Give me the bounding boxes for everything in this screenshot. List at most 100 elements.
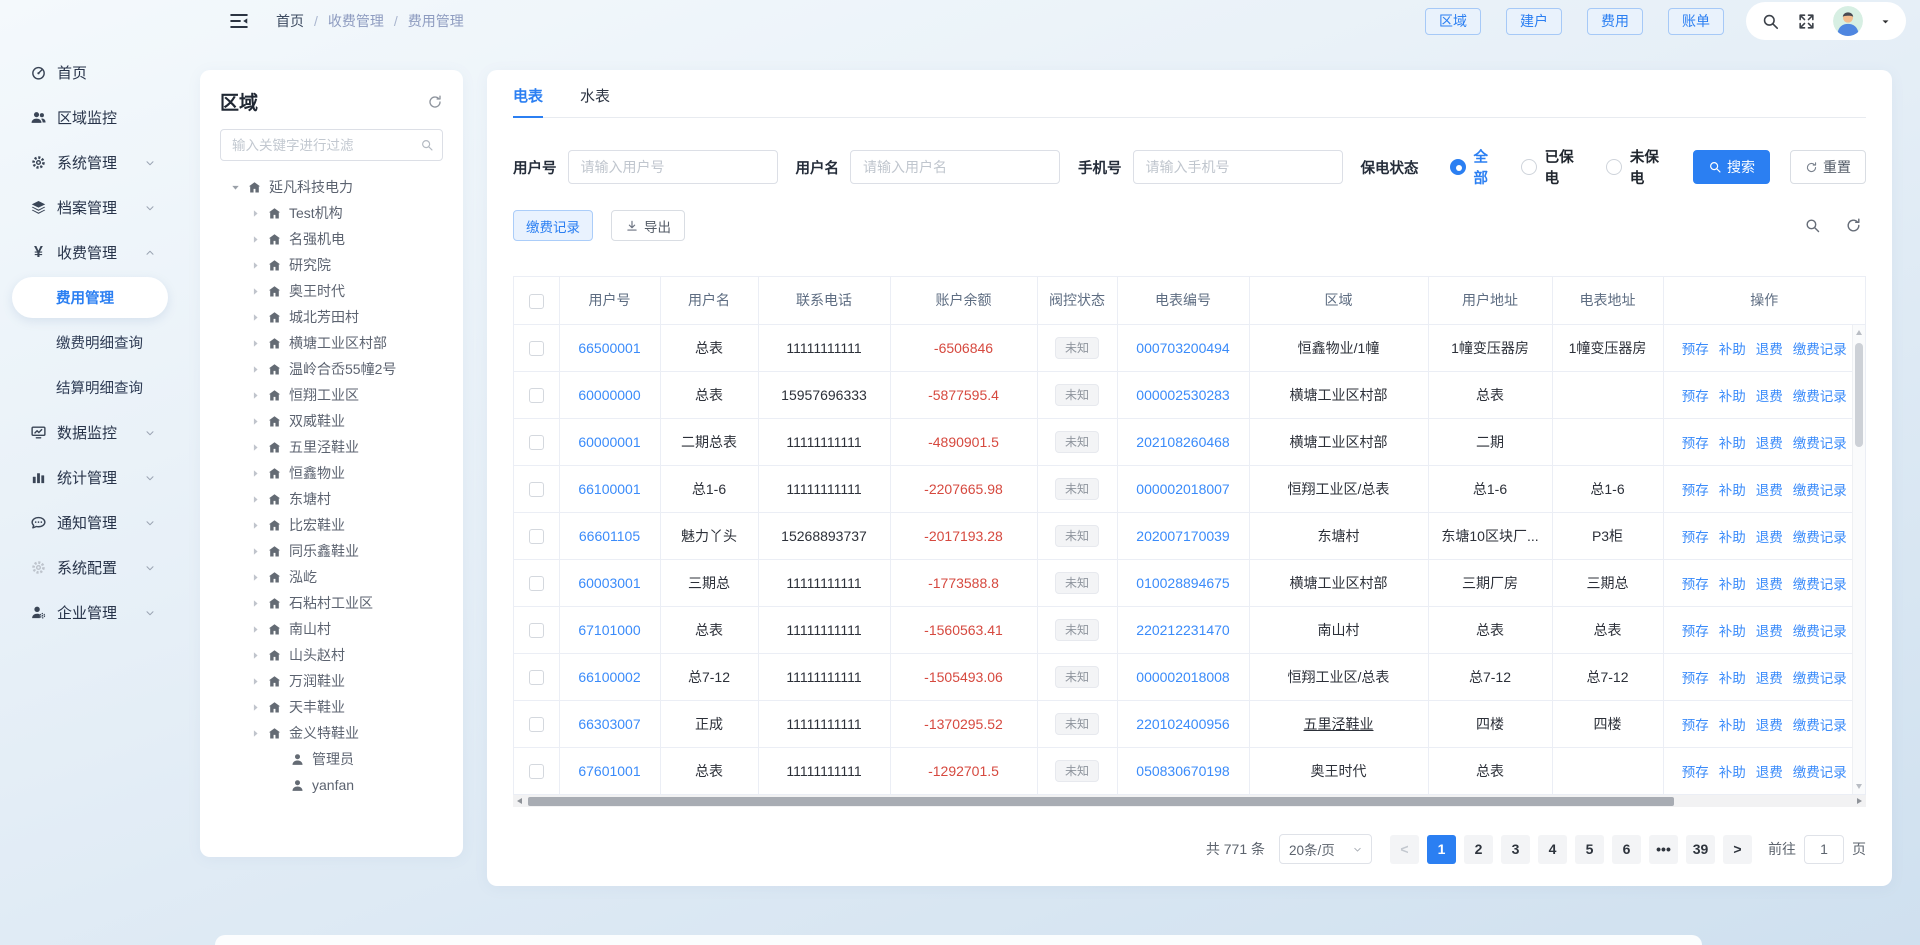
caret-collapsed-icon[interactable]	[250, 260, 261, 271]
sidebar-subitem-fee-management[interactable]: 费用管理	[12, 277, 168, 318]
action-link-subsidy[interactable]: 补助	[1719, 338, 1746, 358]
action-link-subsidy[interactable]: 补助	[1719, 573, 1746, 593]
cell-user-no-value[interactable]: 66100002	[578, 669, 640, 685]
sidebar-item-charging[interactable]: ¥收费管理	[0, 230, 180, 275]
horizontal-scroll-thumb[interactable]	[528, 797, 1674, 806]
sidebar-item-home[interactable]: 首页	[0, 50, 180, 95]
action-link-refund[interactable]: 退费	[1756, 479, 1783, 499]
caret-collapsed-icon[interactable]	[250, 416, 261, 427]
select-all-checkbox[interactable]	[529, 294, 544, 309]
page-button-39[interactable]: 39	[1686, 835, 1715, 864]
caret-collapsed-icon[interactable]	[250, 494, 261, 505]
action-link-subsidy[interactable]: 补助	[1719, 761, 1746, 781]
action-link-prestore[interactable]: 预存	[1682, 667, 1709, 687]
caret-collapsed-icon[interactable]	[250, 390, 261, 401]
cell-meter-no-value[interactable]: 220102400956	[1136, 716, 1229, 732]
action-link-prestore[interactable]: 预存	[1682, 338, 1709, 358]
tree-node[interactable]: 双威鞋业	[220, 408, 443, 434]
radio-powered[interactable]: 已保电	[1521, 146, 1586, 188]
action-link-refund[interactable]: 退费	[1756, 573, 1783, 593]
cell-user-no-value[interactable]: 67601001	[578, 763, 640, 779]
quick-button-bill[interactable]: 账单	[1668, 8, 1724, 35]
reset-button[interactable]: 重置	[1790, 150, 1866, 184]
page-button-1[interactable]: 1	[1427, 835, 1456, 864]
radio-dot[interactable]	[1521, 159, 1537, 175]
action-link-refund[interactable]: 退费	[1756, 761, 1783, 781]
tree-node[interactable]: 恒鑫物业	[220, 460, 443, 486]
table-search-icon[interactable]	[1804, 217, 1821, 234]
quick-button-create-account[interactable]: 建户	[1506, 8, 1562, 35]
prev-page-button[interactable]: <	[1390, 835, 1419, 864]
tree-node[interactable]: 金义特鞋业	[220, 720, 443, 746]
action-link-prestore[interactable]: 预存	[1682, 385, 1709, 405]
action-link-payment-records[interactable]: 缴费记录	[1793, 526, 1847, 546]
scroll-up-icon[interactable]	[1856, 330, 1862, 335]
caret-collapsed-icon[interactable]	[250, 520, 261, 531]
next-page-button[interactable]: >	[1723, 835, 1752, 864]
caret-collapsed-icon[interactable]	[250, 676, 261, 687]
row-checkbox[interactable]	[529, 388, 544, 403]
page-button-2[interactable]: 2	[1464, 835, 1493, 864]
action-link-prestore[interactable]: 预存	[1682, 761, 1709, 781]
caret-collapsed-icon[interactable]	[250, 442, 261, 453]
sidebar-item-data-monitor[interactable]: 数据监控	[0, 410, 180, 455]
action-link-refund[interactable]: 退费	[1756, 620, 1783, 640]
row-checkbox[interactable]	[529, 435, 544, 450]
action-link-prestore[interactable]: 预存	[1682, 526, 1709, 546]
cell-user-no-value[interactable]: 60003001	[578, 575, 640, 591]
goto-page-input[interactable]	[1804, 835, 1844, 864]
tree-node[interactable]: Test机构	[220, 200, 443, 226]
quick-button-fee[interactable]: 费用	[1587, 8, 1643, 35]
cell-user-no-value[interactable]: 66601105	[579, 528, 640, 544]
tree-node[interactable]: 名强机电	[220, 226, 443, 252]
action-link-subsidy[interactable]: 补助	[1719, 714, 1746, 734]
action-link-prestore[interactable]: 预存	[1682, 432, 1709, 452]
action-link-payment-records[interactable]: 缴费记录	[1793, 761, 1847, 781]
page-button-4[interactable]: 4	[1538, 835, 1567, 864]
cell-user-no-value[interactable]: 66303007	[578, 716, 640, 732]
caret-collapsed-icon[interactable]	[250, 702, 261, 713]
tree-node[interactable]: 五里泾鞋业	[220, 434, 443, 460]
vertical-scrollbar[interactable]	[1852, 325, 1865, 794]
row-checkbox[interactable]	[529, 482, 544, 497]
action-link-refund[interactable]: 退费	[1756, 714, 1783, 734]
action-link-subsidy[interactable]: 补助	[1719, 385, 1746, 405]
row-checkbox[interactable]	[529, 764, 544, 779]
tree-node[interactable]: 恒翔工业区	[220, 382, 443, 408]
action-link-payment-records[interactable]: 缴费记录	[1793, 573, 1847, 593]
avatar[interactable]	[1833, 6, 1863, 36]
action-link-subsidy[interactable]: 补助	[1719, 667, 1746, 687]
refresh-icon[interactable]	[427, 94, 443, 110]
breadcrumb-item[interactable]: 首页	[276, 11, 304, 31]
tree-node[interactable]: 天丰鞋业	[220, 694, 443, 720]
search-button[interactable]: 搜索	[1693, 150, 1770, 184]
tree-node[interactable]: 横塘工业区村部	[220, 330, 443, 356]
caret-collapsed-icon[interactable]	[250, 546, 261, 557]
page-button-3[interactable]: 3	[1501, 835, 1530, 864]
sidebar-item-enterprise[interactable]: 企业管理	[0, 590, 180, 635]
tree-node[interactable]: 管理员	[220, 746, 443, 772]
cell-meter-no-value[interactable]: 000002018007	[1136, 481, 1229, 497]
chevron-down-icon[interactable]	[1880, 16, 1891, 27]
tree-node[interactable]: 山头赵村	[220, 642, 443, 668]
cell-user-no-value[interactable]: 67101000	[578, 622, 640, 638]
page-button-6[interactable]: 6	[1612, 835, 1641, 864]
action-link-subsidy[interactable]: 补助	[1719, 479, 1746, 499]
action-link-payment-records[interactable]: 缴费记录	[1793, 667, 1847, 687]
more-pages-button[interactable]: •••	[1649, 835, 1678, 864]
action-link-payment-records[interactable]: 缴费记录	[1793, 714, 1847, 734]
row-checkbox[interactable]	[529, 623, 544, 638]
row-checkbox[interactable]	[529, 576, 544, 591]
tree-node[interactable]: yanfan	[220, 772, 443, 798]
tree-node[interactable]: 延凡科技电力	[220, 174, 443, 200]
action-link-refund[interactable]: 退费	[1756, 338, 1783, 358]
row-checkbox[interactable]	[529, 341, 544, 356]
tree-node[interactable]: 南山村	[220, 616, 443, 642]
cell-meter-no-value[interactable]: 010028894675	[1136, 575, 1229, 591]
cell-meter-no-value[interactable]: 000002018008	[1136, 669, 1229, 685]
fullscreen-icon[interactable]	[1797, 12, 1816, 31]
cell-meter-no-value[interactable]: 000703200494	[1136, 340, 1229, 356]
action-link-prestore[interactable]: 预存	[1682, 479, 1709, 499]
tree-node[interactable]: 温岭合岙55幢2号	[220, 356, 443, 382]
table-refresh-icon[interactable]	[1845, 217, 1862, 234]
